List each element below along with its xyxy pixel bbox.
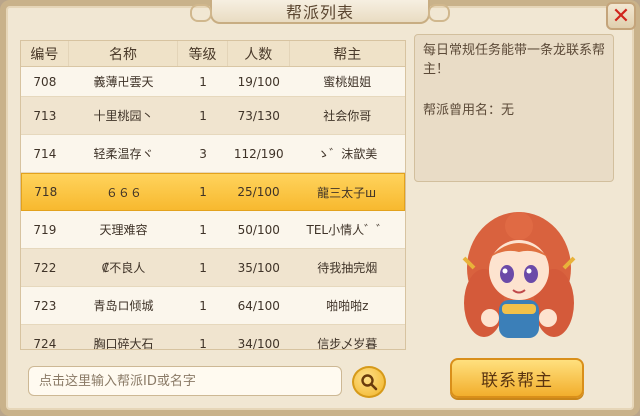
table-row[interactable]: 714 轻柔温存ヾ 3 112/190 ゝ゛沫歆美 xyxy=(21,135,405,173)
cell-members: 35/100 xyxy=(237,260,280,275)
table-row[interactable]: 719 天理难容 1 50/100 TEL小情人゛゛ xyxy=(21,211,405,249)
cell-name: 十里桃园丶 xyxy=(93,109,154,123)
cell-level: 1 xyxy=(199,185,207,199)
cell-leader: 社会你哥 xyxy=(323,109,372,123)
cell-id: 718 xyxy=(34,185,58,199)
cell-id: 724 xyxy=(33,336,57,350)
header-members: 人数 xyxy=(228,41,290,66)
cell-id: 723 xyxy=(33,298,57,313)
former-name-label: 帮派曾用名：无 xyxy=(423,103,515,118)
window-title: 帮派列表 xyxy=(190,0,450,24)
table-row[interactable]: 708 義薄卍雲天 1 19/100 蜜桃姐姐 xyxy=(21,67,405,97)
cell-name: 義薄卍雲天 xyxy=(93,75,154,89)
cell-members: 73/130 xyxy=(237,108,280,123)
cell-name: 轻柔温存ヾ xyxy=(93,147,154,161)
cell-leader: ゝ゛沫歆美 xyxy=(317,147,378,161)
cell-level: 1 xyxy=(199,74,207,89)
search-button[interactable] xyxy=(352,366,386,398)
cell-id: 719 xyxy=(33,222,57,237)
cell-members: 34/100 xyxy=(237,336,280,350)
cell-level: 3 xyxy=(199,146,207,161)
daily-task-text: 每日常规任务能带一条龙联系帮主！ xyxy=(423,43,606,77)
mascot-character-illustration xyxy=(462,212,576,338)
table-row[interactable]: 713 十里桃园丶 1 73/130 社会你哥 xyxy=(21,97,405,135)
guild-info-panel: 每日常规任务能带一条龙联系帮主！ 帮派曾用名：无 xyxy=(414,34,614,182)
cell-name: 胸口碎大石 xyxy=(93,337,154,350)
header-id: 编号 xyxy=(21,41,69,66)
cell-level: 1 xyxy=(199,298,207,313)
cell-id: 708 xyxy=(33,74,57,89)
cell-id: 714 xyxy=(33,146,57,161)
table-row-selected[interactable]: 718 ６６６ 1 25/100 龍三太子ш xyxy=(21,173,405,211)
guild-table: 编号 名称 等级 人数 帮主 708 義薄卍雲天 1 19/100 蜜桃姐姐 7… xyxy=(20,40,406,350)
cell-members: 19/100 xyxy=(237,74,280,89)
cell-leader: 信步乄岁暮 xyxy=(317,337,378,350)
cell-name: ₡不良人 xyxy=(101,261,146,275)
table-row[interactable]: 722 ₡不良人 1 35/100 待我抽完烟 xyxy=(21,249,405,287)
table-row[interactable]: 723 青岛ロ倾城 1 64/100 啪啪啪z xyxy=(21,287,405,325)
close-button[interactable]: ✕ xyxy=(606,2,636,30)
guild-search-input[interactable] xyxy=(28,366,342,396)
cell-members: 50/100 xyxy=(237,222,280,237)
cell-id: 713 xyxy=(33,108,57,123)
table-header: 编号 名称 等级 人数 帮主 xyxy=(21,41,405,67)
search-icon xyxy=(361,374,378,391)
cell-leader: 待我抽完烟 xyxy=(317,261,378,275)
contact-leader-button[interactable]: 联系帮主 xyxy=(450,358,584,398)
cell-id: 722 xyxy=(33,260,57,275)
cell-name: 青岛ロ倾城 xyxy=(93,299,154,313)
cell-leader: 啪啪啪z xyxy=(326,299,369,313)
cell-level: 1 xyxy=(199,336,207,350)
cell-level: 1 xyxy=(199,260,207,275)
cell-members: 112/190 xyxy=(233,146,284,161)
header-name: 名称 xyxy=(69,41,179,66)
cell-members: 64/100 xyxy=(237,298,280,313)
close-icon: ✕ xyxy=(611,3,631,29)
header-leader: 帮主 xyxy=(333,46,362,63)
cell-leader: 蜜桃姐姐 xyxy=(323,75,372,89)
cell-leader: TEL小情人゛゛ xyxy=(306,223,389,237)
cell-name: 天理难容 xyxy=(99,223,148,237)
cell-level: 1 xyxy=(199,108,207,123)
cell-level: 1 xyxy=(199,222,207,237)
cell-members: 25/100 xyxy=(237,185,280,199)
table-row[interactable]: 724 胸口碎大石 1 34/100 信步乄岁暮 xyxy=(21,325,405,350)
header-level: 等级 xyxy=(178,41,228,66)
cell-name: ６６６ xyxy=(105,185,142,200)
cell-leader: 龍三太子ш xyxy=(317,185,377,200)
